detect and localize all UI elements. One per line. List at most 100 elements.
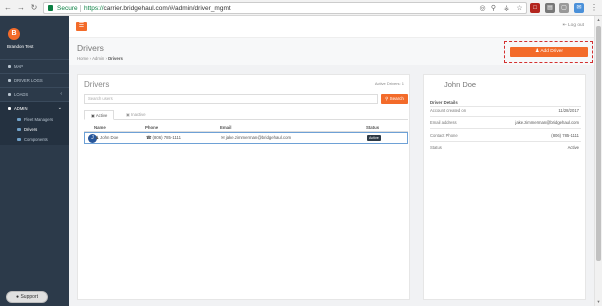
chevron-left-icon: ‹ [60,91,62,97]
page-header: Drivers Home › Admin › Drivers ♟ Add Dri… [69,38,594,65]
secure-label: Secure [57,5,78,12]
extension-mail-icon[interactable]: ✉ [574,3,584,13]
driver-email-cell: ✉ jake.zimmerman@bridgehaul.com [221,133,291,143]
topbar: ☰ ⇤ Log out [69,16,594,38]
detail-key: Contact Phone [430,133,458,138]
detail-key: Status [430,145,442,150]
scroll-up-icon[interactable]: ▲ [596,17,601,22]
drivers-panel: Drivers Active Drivers: 1 Search users ⚲… [77,74,410,300]
column-header-email: Email [220,125,232,130]
column-header-name: Name [94,125,106,130]
tab-label: Active [95,113,108,118]
tab-inactive[interactable]: ▣ Inactive [120,110,152,120]
search-button-label: Search [389,96,404,101]
detail-value-created: 11/28/2017 [558,108,579,113]
driver-name: John Doe [100,135,119,140]
address-divider [80,5,81,12]
extension-window-icon[interactable]: ▢ [559,3,569,13]
location-icon[interactable]: ◎ [478,4,487,13]
main-content: Drivers Home › Admin › Drivers ♟ Add Dri… [69,38,594,306]
menu-toggle-icon[interactable]: ☰ [76,22,87,31]
address-bar[interactable]: Secure https://carrier.bridgehaul.com/#/… [43,2,527,14]
add-driver-button[interactable]: ♟ Add Driver [510,47,588,57]
detail-value-status: Active [567,145,579,150]
chevron-down-icon: ⌄ [57,105,62,111]
driver-detail-name: John Doe [444,80,477,89]
sidebar-item-map[interactable]: MAP [0,60,69,73]
user-avatar[interactable]: B [8,28,20,40]
key-icon[interactable]: ⚶ [502,4,511,13]
extension-reader-icon[interactable]: ▤ [545,3,555,13]
support-button[interactable]: ● Support [6,291,48,303]
breadcrumb: Home › Admin › Drivers [77,56,123,61]
driver-email: jake.zimmerman@bridgehaul.com [225,135,292,140]
driver-name-cell: ♟ John Doe [95,133,118,143]
sidebar-item-label: ADMIN [14,106,28,111]
reload-icon[interactable]: ↻ [29,3,39,13]
fleet-managers-icon [17,118,21,122]
extension-pdf-icon[interactable]: □ [530,3,540,13]
breadcrumb-home[interactable]: Home [77,56,88,61]
sidebar-subitem-label: Fleet Managers [24,117,54,122]
support-label: Support [20,294,38,300]
search-button[interactable]: ⚲ Search [381,94,408,104]
browser-toolbar: ← → ↻ Secure https://carrier.bridgehaul.… [0,0,602,16]
user-name: Brandon Test [7,44,34,49]
lock-icon [48,5,53,11]
breadcrumb-drivers: Drivers [108,56,123,61]
loads-icon [8,93,11,97]
active-drivers-count: Active Drivers: 1 [374,81,404,86]
star-icon[interactable]: ☆ [515,4,524,13]
sidebar-item-admin[interactable]: ADMIN ⌄ [0,102,69,115]
map-icon [8,65,11,69]
sidebar: B Brandon Test MAP DRIVER LOGS LOADS ‹ AD… [0,16,69,306]
logs-icon [8,79,11,83]
scrollbar-thumb[interactable] [596,26,601,261]
drivers-panel-title: Drivers [84,80,110,89]
column-header-phone: Phone [145,125,159,130]
detail-key: Email address [430,120,457,125]
driver-details-heading: Driver Details [430,100,458,105]
sidebar-item-label: LOADS [14,92,29,97]
detail-value-phone: (806) 785-1111 [551,133,579,138]
detail-divider [430,141,581,142]
sidebar-item-driver-logs[interactable]: DRIVER LOGS [0,74,69,87]
zoom-icon[interactable]: ⚲ [489,4,498,13]
sidebar-item-label: DRIVER LOGS [14,78,43,83]
forward-icon[interactable]: → [16,3,26,13]
sidebar-item-loads[interactable]: LOADS ‹ [0,88,69,101]
driver-detail-panel: John Doe Driver Details Account created … [423,74,586,300]
components-icon [17,138,21,142]
drivers-icon [17,128,21,132]
detail-value-email: jake.zimmerman@bridgehaul.com [515,120,579,125]
status-badge: Active [367,135,381,141]
status-tabs: ▣ Active ▣ Inactive [84,110,408,120]
sidebar-subitem-label: Components [24,137,48,142]
sidebar-item-label: MAP [14,64,24,69]
search-input[interactable]: Search users [84,94,378,104]
sidebar-subitem-label: Drivers [24,127,38,132]
page-scrollbar[interactable]: ▲ ▼ [594,16,602,306]
url-path: carrier.bridgehaul.com/#/admin/driver_mg… [103,5,231,12]
detail-divider [430,106,581,107]
sidebar-subitem-drivers[interactable]: Drivers [0,125,69,135]
detail-key: Account created on [430,108,467,113]
logout-link[interactable]: ⇤ Log out [563,23,584,28]
logout-label: Log out [567,23,584,28]
tab-active[interactable]: ▣ Active [84,110,115,120]
url-scheme: https:// [84,5,104,12]
table-row[interactable]: J ♟ John Doe ☎ (806) 785-1111 ✉ jake.zim… [84,132,408,144]
scroll-down-icon[interactable]: ▼ [596,299,601,304]
add-driver-highlight: ♟ Add Driver [504,41,593,63]
detail-divider [430,128,581,129]
back-icon[interactable]: ← [3,3,13,13]
breadcrumb-admin[interactable]: Admin [92,56,104,61]
detail-divider [430,116,581,117]
sidebar-subitem-components[interactable]: Components [0,135,69,145]
page-title: Drivers [77,43,104,53]
column-header-status: Status [366,125,380,130]
sidebar-subitem-fleet-managers[interactable]: Fleet Managers [0,115,69,125]
url-text[interactable]: https://carrier.bridgehaul.com/#/admin/d… [84,4,231,14]
browser-menu-icon[interactable]: ⋮ [589,3,599,13]
driver-phone: (806) 785-1111 [152,135,181,140]
